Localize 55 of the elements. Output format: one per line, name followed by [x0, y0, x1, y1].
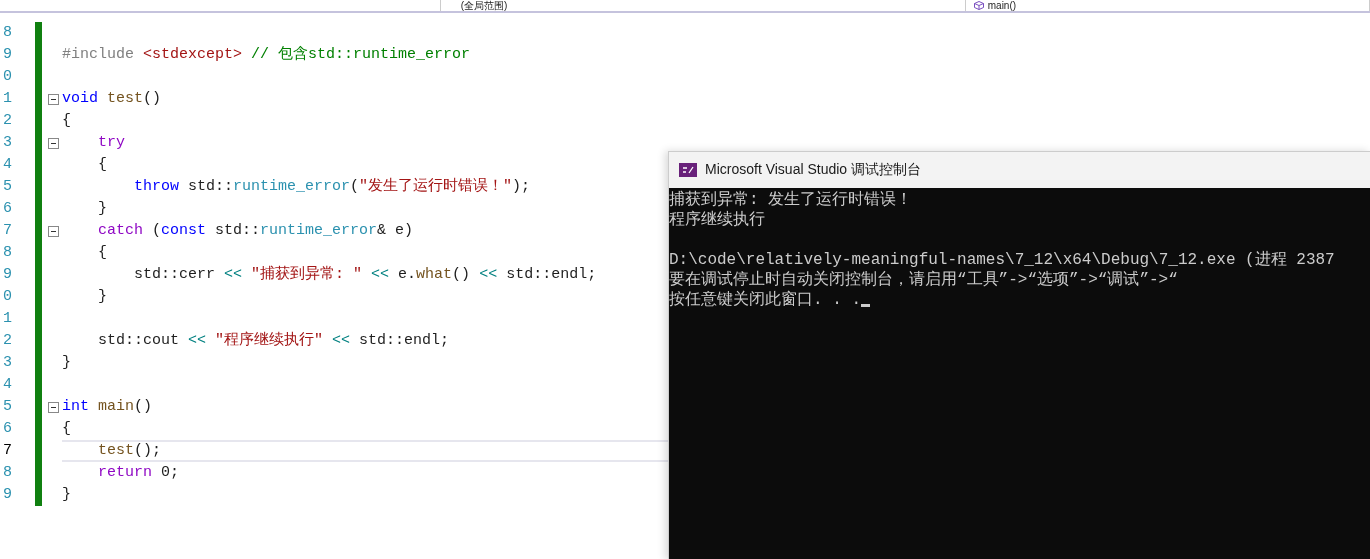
member-dropdown-text[interactable]: main()	[987, 0, 1017, 11]
text-cursor	[861, 303, 870, 307]
line-number: 1	[3, 89, 12, 109]
line-number: 2	[3, 111, 12, 131]
code-line: }	[62, 354, 71, 372]
code-line: std::cout << "程序继续执行" << std::endl;	[97, 332, 450, 350]
console-output-line: 程序继续执行	[669, 210, 765, 230]
line-number: 4	[3, 155, 12, 175]
line-number: 9	[3, 265, 12, 285]
code-line: }	[62, 486, 71, 504]
line-number: 9	[3, 45, 12, 65]
line-number: 3	[3, 133, 12, 153]
code-line: void test()	[62, 90, 162, 108]
line-number: 5	[3, 177, 12, 197]
code-line: std::cerr << "捕获到异常: " << e.what() << std::endl;	[133, 266, 597, 284]
line-number: 8	[3, 23, 12, 43]
code-line: {	[97, 244, 107, 262]
console-output-line: 捕获到异常: 发生了运行时错误！	[669, 190, 913, 210]
code-line: {	[62, 112, 71, 130]
collapse-icon[interactable]	[48, 401, 59, 413]
code-line: catch (const std::runtime_error& e)	[97, 222, 414, 240]
collapse-icon[interactable]	[48, 225, 59, 237]
console-app-icon	[679, 163, 697, 177]
code-line: test();	[97, 442, 162, 460]
code-line: {	[97, 156, 107, 174]
line-number: 9	[3, 485, 12, 505]
line-number: 8	[3, 463, 12, 483]
line-number: 0	[3, 67, 12, 87]
line-number: 7	[3, 441, 12, 461]
code-line: return 0;	[97, 464, 180, 482]
line-number: 2	[3, 331, 12, 351]
code-line: try	[97, 134, 125, 152]
line-number: 8	[3, 243, 12, 263]
code-line: }	[97, 200, 107, 218]
line-number: 3	[3, 353, 12, 373]
line-number: 7	[3, 221, 12, 241]
console-message-line: D:\code\relatively-meaningful-names\7_12\x64\Debug\7_12.exe (进程 2387	[669, 250, 1335, 270]
line-number: 4	[3, 375, 12, 395]
line-number: 5	[3, 397, 12, 417]
scope-dropdown-text[interactable]: (全局范围)	[460, 0, 508, 11]
console-message-line: 要在调试停止时自动关闭控制台，请启用“工具”->“选项”->“调试”->“	[669, 270, 1178, 290]
line-number: 6	[3, 199, 12, 219]
line-number: 0	[3, 287, 12, 307]
collapse-icon[interactable]	[48, 137, 59, 149]
code-line: #include <stdexcept> // 包含std::runtime_error	[62, 46, 471, 64]
code-line: throw std::runtime_error("发生了运行时错误！");	[133, 178, 531, 196]
cube-icon	[973, 1, 984, 10]
line-number: 6	[3, 419, 12, 439]
window-title: Microsoft Visual Studio 调试控制台	[705, 161, 922, 179]
code-line: int main()	[62, 398, 153, 416]
code-line: }	[97, 288, 107, 306]
line-number: 1	[3, 309, 12, 329]
console-message-line: 按任意键关闭此窗口. . .	[669, 290, 861, 310]
collapse-icon[interactable]	[48, 93, 59, 105]
code-line: {	[62, 420, 71, 438]
